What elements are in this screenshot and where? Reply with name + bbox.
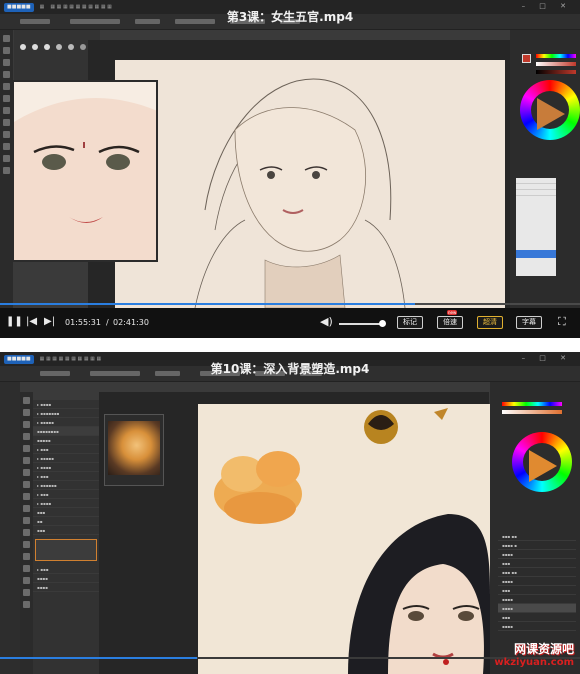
watermark-url: wkziyuan.com xyxy=(494,657,574,668)
previous-icon[interactable]: |◀ xyxy=(26,316,37,327)
layers-panel-left[interactable]: ▸ ▪▪▪▪ ▸ ▪▪▪▪▪▪▪ ▸ ▪▪▪▪▪ ▪▪▪▪▪▪▪▪ ▪▪▪▪▪ ▸ ▪▪… xyxy=(33,400,99,674)
foreground-color-swatch[interactable] xyxy=(522,54,531,63)
color-wheel-2[interactable] xyxy=(512,432,572,492)
progress-bar-1[interactable] xyxy=(0,303,580,305)
annotate-button[interactable]: 标记 xyxy=(397,316,423,329)
drawing-canvas-1[interactable] xyxy=(115,60,505,309)
watermark-text: 网课资源吧 xyxy=(513,642,574,656)
ps-toolbar-2[interactable] xyxy=(20,392,33,674)
right-panels-2: ▪▪▪ ▪▪ ▪▪▪▪ ▪ ▪▪▪▪ ▪▪▪ ▪▪▪ ▪▪ ▪▪▪▪ ▪▪▪ ▪▪▪▪ ▪▪… xyxy=(490,382,580,674)
new-badge: new xyxy=(447,310,458,315)
video-title-1: 第3课：女生五官.mp4 xyxy=(226,10,354,24)
pause-icon[interactable]: ❚❚ xyxy=(6,316,23,327)
photoshop-window-2: ■■■■■ ▦ ▦ ▦ ▦ ▦ ▦ ▦ ▦ ▦ ▦ – □ ✕ ▸ ▪▪▪▪ ▸ … xyxy=(0,352,580,674)
fullscreen-icon[interactable]: ⛶ xyxy=(558,315,566,329)
layers-side-column xyxy=(0,382,20,674)
progress-bar-2[interactable] xyxy=(0,657,580,659)
photoshop-window-1: ■■■■■ ▦ ▦ ▦ ▦ ▦ ▦ ▦ ▦ ▦ ▦ ▦ – □ ✕ xyxy=(0,0,580,309)
reference-image-2[interactable] xyxy=(104,414,164,486)
illustration-figure xyxy=(214,408,490,674)
drawing-canvas-2[interactable] xyxy=(198,404,490,674)
total-time: 02:41:30 xyxy=(113,318,149,327)
video-player-1: ■■■■■ ▦ ▦ ▦ ▦ ▦ ▦ ▦ ▦ ▦ ▦ ▦ – □ ✕ 第3课：女生… xyxy=(0,0,580,338)
current-time: 01:55:31 xyxy=(65,318,101,327)
progress-fill-2 xyxy=(0,657,198,659)
right-panels-1 xyxy=(510,30,580,308)
reference-image-1[interactable] xyxy=(12,80,158,262)
watermark-logo: wkziyuan.com 网课资源吧 xyxy=(494,642,574,669)
subtitle-button[interactable]: 字幕 xyxy=(516,316,542,329)
next-icon[interactable]: ▶| xyxy=(44,316,55,327)
quality-button[interactable]: 超清 xyxy=(477,316,503,329)
volume-slider[interactable] xyxy=(339,320,386,327)
speed-button[interactable]: 倍速 xyxy=(437,316,463,329)
color-wheel[interactable] xyxy=(520,80,580,140)
blend-mode-dropdown[interactable] xyxy=(516,178,556,276)
video-player-2: ■■■■■ ▦ ▦ ▦ ▦ ▦ ▦ ▦ ▦ ▦ ▦ – □ ✕ ▸ ▪▪▪▪ ▸ … xyxy=(0,352,580,674)
progress-fill-1 xyxy=(0,303,415,305)
sketch-figure xyxy=(194,78,406,309)
video-title-2: 第10课：深入背景塑造.mp4 xyxy=(210,362,370,376)
player-controls-1: ❚❚ |◀ ▶| 01:55:31 / 02:41:30 ◀) 标记 倍速 ne… xyxy=(0,308,580,338)
volume-icon[interactable]: ◀) xyxy=(320,315,333,328)
